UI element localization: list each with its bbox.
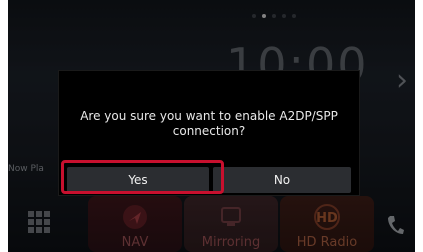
dialog-message: Are you sure you want to enable A2DP/SPP… xyxy=(80,109,338,138)
head-unit-screen: 10:00 › Now Pla NAV Mirroring HD HD Radi… xyxy=(8,0,415,252)
no-button[interactable]: No xyxy=(213,167,351,193)
yes-button-highlight xyxy=(61,160,224,194)
screenshot-frame: 10:00 › Now Pla NAV Mirroring HD HD Radi… xyxy=(0,0,423,252)
